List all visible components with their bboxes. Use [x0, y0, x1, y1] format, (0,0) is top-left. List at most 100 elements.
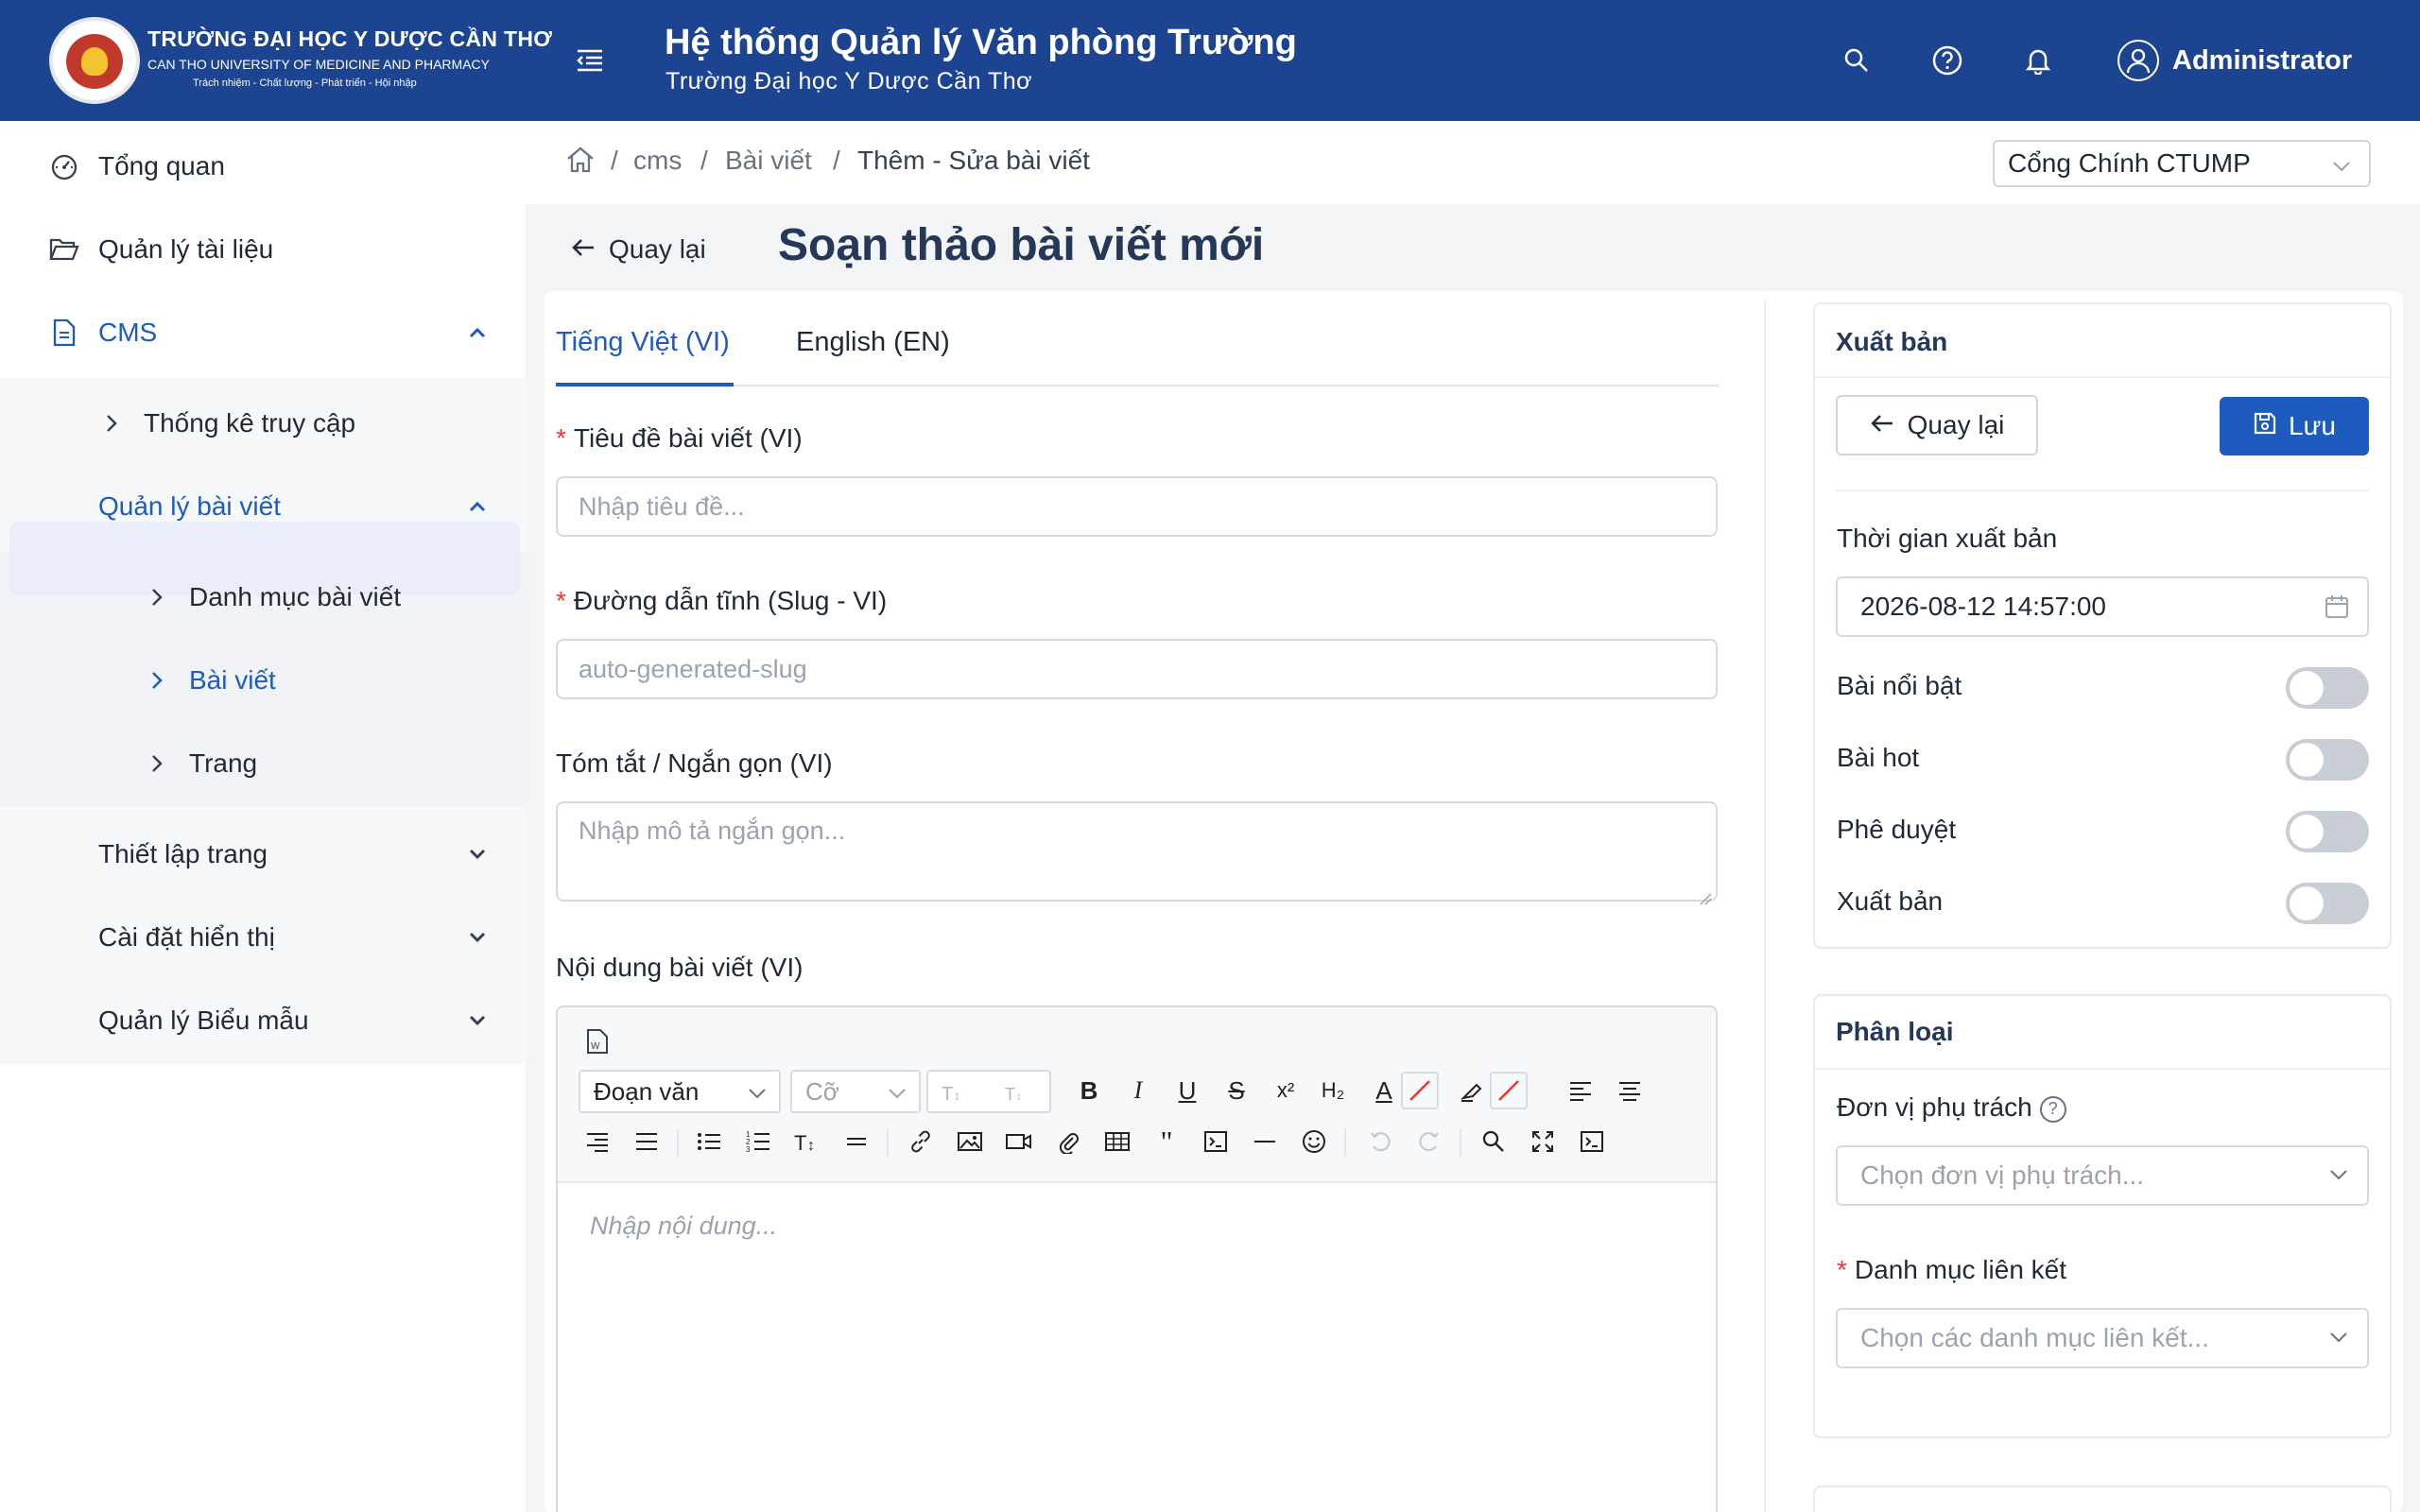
- emoji-icon[interactable]: [1295, 1123, 1333, 1160]
- chevron-up-icon: [463, 318, 492, 347]
- featured-toggle[interactable]: [2286, 667, 2369, 709]
- publish-toggle[interactable]: [2286, 883, 2369, 924]
- align-center-icon[interactable]: [1611, 1072, 1649, 1109]
- chevron-down-icon: [887, 1081, 908, 1110]
- tab-vietnamese[interactable]: Tiếng Việt (VI): [556, 327, 730, 358]
- sidebar-item-pages[interactable]: Trang: [0, 722, 526, 805]
- chevron-down-icon: [2327, 1325, 2350, 1355]
- calendar-icon[interactable]: [2324, 593, 2350, 627]
- sidebar-item-label: Bài viết: [189, 665, 276, 695]
- table-icon[interactable]: [1098, 1123, 1136, 1160]
- category-select[interactable]: Chọn các danh mục liên kết...: [1836, 1308, 2369, 1368]
- highlight-icon[interactable]: [1454, 1072, 1492, 1109]
- redo-icon[interactable]: [1410, 1123, 1448, 1160]
- font-size-select[interactable]: Cỡ: [790, 1070, 921, 1113]
- superscript-button[interactable]: x²: [1267, 1072, 1305, 1109]
- numbered-list-icon[interactable]: 123: [739, 1123, 777, 1160]
- align-right-icon[interactable]: [579, 1123, 616, 1160]
- logo-university-name: TRƯỜNG ĐẠI HỌC Y DƯỢC CẦN THƠ: [147, 26, 553, 51]
- sidebar-item-page-setup[interactable]: Thiết lập trang: [0, 813, 526, 896]
- classification-card-title: Phân loại: [1836, 1017, 1954, 1046]
- chevron-down-icon: [463, 923, 492, 952]
- chevron-up-icon: [463, 492, 492, 521]
- fullscreen-icon[interactable]: [1524, 1123, 1562, 1160]
- user-menu[interactable]: Administrator: [2118, 38, 2352, 83]
- app-subtitle: Trường Đại học Y Dược Cần Thơ: [666, 68, 1033, 94]
- university-logo[interactable]: [49, 17, 140, 104]
- strikethrough-button[interactable]: S: [1218, 1072, 1255, 1109]
- editor-content-placeholder[interactable]: Nhập nội dung...: [590, 1211, 777, 1241]
- word-import-icon[interactable]: W: [579, 1022, 616, 1060]
- save-icon: [2253, 411, 2277, 442]
- font-color-none-icon[interactable]: [1401, 1072, 1439, 1109]
- sidebar-item-posts[interactable]: Bài viết: [0, 639, 526, 722]
- back-button[interactable]: Quay lại: [1836, 395, 2038, 455]
- title-input[interactable]: Nhập tiêu đề...: [556, 476, 1718, 537]
- publish-card-title: Xuất bản: [1836, 327, 1948, 356]
- paragraph-spacing-icon[interactable]: [838, 1123, 875, 1160]
- increase-font-icon[interactable]: T ↕: [936, 1074, 974, 1111]
- slug-input[interactable]: auto-generated-slug: [556, 639, 1718, 699]
- italic-button[interactable]: I: [1119, 1072, 1157, 1109]
- chevron-down-icon: [463, 1006, 492, 1035]
- sidebar-item-post-management[interactable]: Quản lý bài viết: [0, 465, 526, 548]
- paragraph-format-select[interactable]: Đoạn văn: [579, 1070, 781, 1113]
- font-color-button[interactable]: A: [1365, 1072, 1403, 1109]
- video-icon[interactable]: [1000, 1123, 1038, 1160]
- summary-textarea[interactable]: Nhập mô tả ngắn gọn...: [556, 801, 1718, 905]
- sidebar-item-display-settings[interactable]: Cài đặt hiển thị: [0, 896, 526, 979]
- subscript-button[interactable]: H₂: [1314, 1072, 1352, 1109]
- tab-english[interactable]: English (EN): [796, 327, 950, 358]
- undo-icon[interactable]: [1361, 1123, 1399, 1160]
- find-icon[interactable]: [1475, 1123, 1512, 1160]
- unit-label-text: Đơn vị phụ trách: [1837, 1092, 2032, 1122]
- sidebar-item-post-categories[interactable]: Danh mục bài viết: [0, 556, 526, 639]
- hot-toggle[interactable]: [2286, 739, 2369, 781]
- approve-toggle-label: Phê duyệt: [1837, 815, 1957, 844]
- bullet-list-icon[interactable]: [690, 1123, 728, 1160]
- attachment-icon[interactable]: [1049, 1123, 1087, 1160]
- align-left-icon[interactable]: [1562, 1072, 1599, 1109]
- resize-handle-icon[interactable]: [1699, 883, 1712, 905]
- blockquote-button[interactable]: ": [1148, 1123, 1185, 1160]
- image-icon[interactable]: [951, 1123, 989, 1160]
- sidebar-item-form-management[interactable]: Quản lý Biểu mẫu: [0, 979, 526, 1062]
- toolbar-separator: [677, 1128, 679, 1157]
- home-icon[interactable]: [565, 146, 596, 180]
- top-header: TRƯỜNG ĐẠI HỌC Y DƯỢC CẦN THƠ CAN THO UN…: [0, 0, 2420, 121]
- breadcrumb-posts[interactable]: Bài viết: [725, 146, 812, 176]
- sidebar-item-access-stats[interactable]: Thống kê truy cập: [0, 382, 526, 465]
- approve-toggle[interactable]: [2286, 811, 2369, 852]
- summary-label: Tóm tắt / Ngắn gọn (VI): [556, 748, 833, 778]
- line-height-icon[interactable]: T ↕: [788, 1123, 826, 1160]
- card-divider: [1815, 1068, 2390, 1070]
- search-icon[interactable]: [1838, 42, 1876, 79]
- unit-select[interactable]: Chọn đơn vị phụ trách...: [1836, 1145, 2369, 1206]
- question-circle-icon[interactable]: ?: [2039, 1095, 2066, 1123]
- sidebar-item-documents[interactable]: Quản lý tài liệu: [0, 208, 526, 291]
- back-link-label: Quay lại: [609, 234, 706, 264]
- title-input-placeholder: Nhập tiêu đề...: [579, 491, 745, 521]
- align-justify-icon[interactable]: [628, 1123, 666, 1160]
- sidebar-item-overview[interactable]: Tổng quan: [0, 125, 526, 208]
- save-button[interactable]: Lưu: [2220, 397, 2369, 455]
- decrease-font-icon[interactable]: T ↕: [996, 1074, 1034, 1111]
- bold-button[interactable]: B: [1070, 1072, 1108, 1109]
- card-divider: [1836, 490, 2369, 491]
- source-code-icon[interactable]: [1573, 1123, 1611, 1160]
- menu-toggle-icon[interactable]: [571, 43, 609, 77]
- highlight-none-icon[interactable]: [1490, 1072, 1528, 1109]
- publish-time-input[interactable]: 2026-08-12 14:57:00: [1836, 576, 2369, 637]
- back-link[interactable]: Quay lại: [571, 231, 706, 268]
- sidebar-item-cms[interactable]: CMS: [0, 291, 526, 374]
- portal-select[interactable]: Cổng Chính CTUMP: [1993, 140, 2371, 187]
- horizontal-rule-icon[interactable]: [1246, 1123, 1284, 1160]
- required-mark: *: [1837, 1255, 1847, 1284]
- help-icon[interactable]: [1928, 42, 1966, 79]
- link-icon[interactable]: [902, 1123, 940, 1160]
- code-block-icon[interactable]: [1197, 1123, 1235, 1160]
- notification-bell-icon[interactable]: [2019, 42, 2057, 79]
- breadcrumb-cms[interactable]: cms: [633, 146, 682, 176]
- user-name: Administrator: [2172, 44, 2353, 76]
- underline-button[interactable]: U: [1168, 1072, 1206, 1109]
